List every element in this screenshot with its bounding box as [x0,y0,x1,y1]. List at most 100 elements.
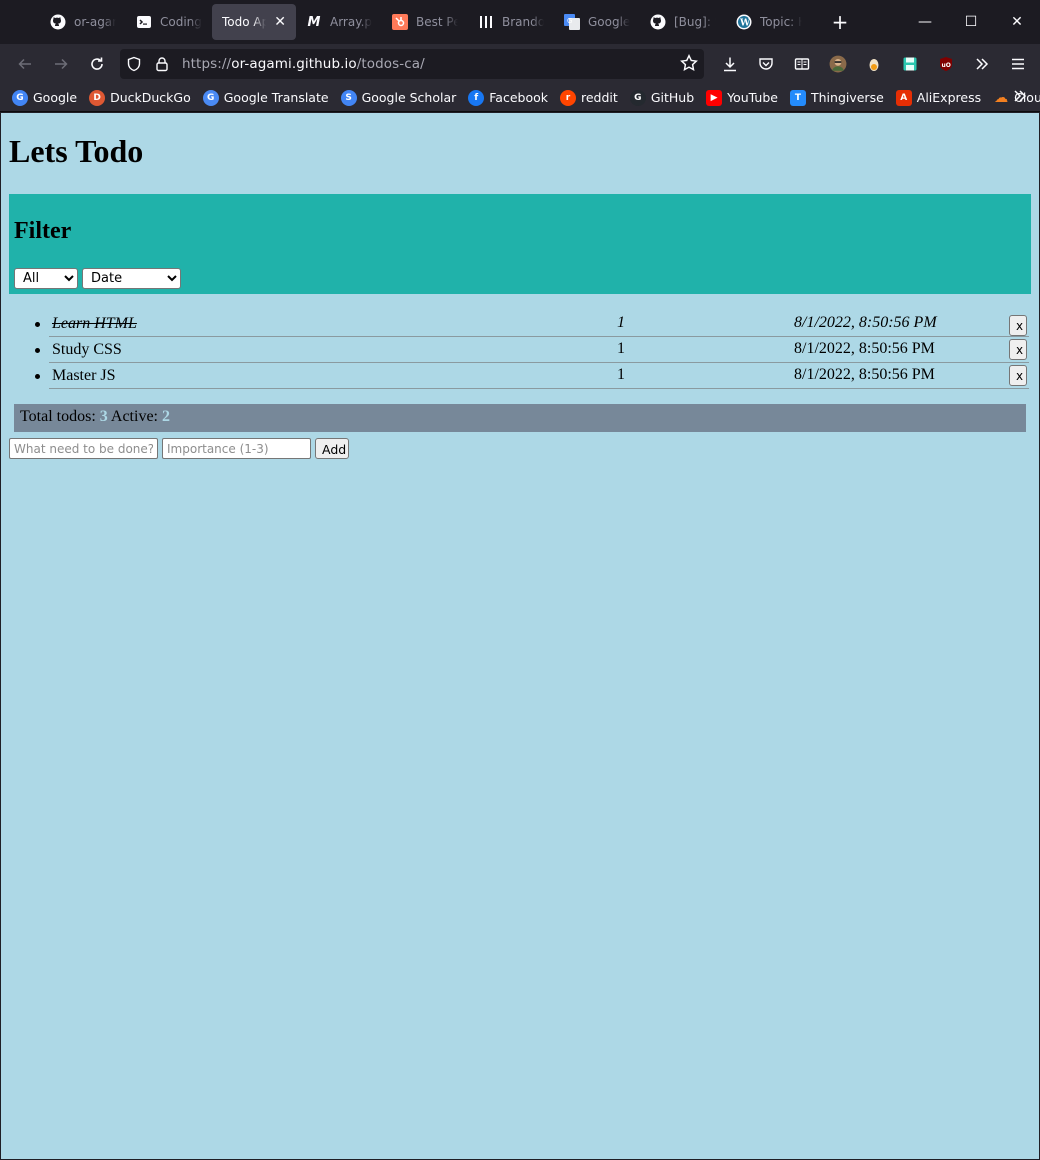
bookmark-google-scholar[interactable]: S Google Scholar [340,89,457,106]
extension-egg-icon[interactable] [856,48,892,80]
bookmark-github[interactable]: G GitHub [629,89,695,106]
importance-input[interactable] [162,438,311,459]
bookmark-youtube[interactable]: ▶ YouTube [706,89,778,106]
downloads-icon[interactable] [712,48,748,80]
bookmark-duckduckgo[interactable]: D DuckDuckGo [89,89,191,106]
status-filter-select[interactable]: All [14,268,78,289]
navigation-bar: https://or-agami.github.io/todos-ca/ uO [0,44,1040,84]
bookmark-label: Thingiverse [810,90,884,105]
scholar-icon: S [340,89,357,106]
delete-todo-button[interactable]: x [1009,315,1027,336]
more-tools-icon[interactable] [964,48,1000,80]
bookmark-google[interactable]: G Google [12,89,78,106]
shield-icon[interactable] [120,56,148,72]
aliexpress-icon: A [895,89,912,106]
bookmark-label: AliExpress [916,90,982,105]
tab-label: Google [588,15,630,29]
extension-save-icon[interactable] [892,48,928,80]
tab-array[interactable]: M Array.pr [296,4,382,40]
svg-text:uO: uO [942,62,951,69]
tab-topic[interactable]: W Topic: H [726,4,812,40]
tab-or-agami[interactable]: or-agami [40,4,126,40]
tab-google[interactable]: G Google [554,4,640,40]
ublock-origin-icon[interactable]: uO [928,48,964,80]
tab-label: or-agami [74,15,116,29]
cloudflare-icon: ☁ [994,89,1009,106]
page-title: Lets Todo [9,133,144,169]
google-translate-icon: G [202,89,219,106]
bookmark-label: GitHub [650,90,695,105]
todo-stats: Total todos: 3 Active: 2 [14,404,1026,432]
tab-label: Array.pr [330,15,372,29]
bookmark-label: DuckDuckGo [110,90,191,105]
todo-text[interactable]: Learn HTML [52,315,137,333]
bookmark-facebook[interactable]: f Facebook [468,89,548,106]
delete-todo-button[interactable]: x [1009,339,1027,360]
todo-date: 8/1/2022, 8:50:56 PM [794,366,935,383]
todo-importance: 1 [617,366,625,383]
url-path: /todos-ca/ [356,56,425,72]
todo-list: Learn HTML 1 8/1/2022, 8:50:56 PM x Stud… [1,311,1039,389]
sort-select[interactable]: Date [82,268,181,289]
account-avatar-icon[interactable] [820,48,856,80]
close-tab-icon[interactable]: ✕ [274,14,286,30]
close-window-icon[interactable]: ✕ [994,0,1040,44]
bookmarks-overflow-icon[interactable] [1012,88,1028,108]
reload-button[interactable] [79,48,115,80]
bars-icon [478,14,494,30]
todo-text[interactable]: Master JS [52,367,116,385]
bookmark-google-translate[interactable]: G Google Translate [202,89,329,106]
todo-item[interactable]: Learn HTML 1 8/1/2022, 8:50:56 PM x [35,311,1029,337]
pocket-icon[interactable] [748,48,784,80]
todo-text-input[interactable] [9,438,158,459]
url-host: or-agami.github.io [231,56,357,72]
bookmark-reddit[interactable]: r reddit [560,89,618,106]
active-todos-count: 2 [161,408,170,425]
wordpress-icon: W [736,14,752,30]
todo-importance: 1 [617,340,625,357]
github-icon [50,14,66,30]
lock-icon[interactable] [148,56,176,72]
todo-text[interactable]: Study CSS [52,341,122,359]
bookmark-aliexpress[interactable]: A AliExpress [895,89,982,106]
menu-icon[interactable] [1000,48,1036,80]
github-icon [650,14,666,30]
back-button[interactable] [7,48,43,80]
bookmark-star-icon[interactable] [680,53,698,76]
tab-bug[interactable]: [Bug]: S [640,4,726,40]
tab-label: [Bug]: S [674,15,716,29]
github-icon: G [629,89,646,106]
filter-heading: Filter [14,218,72,244]
facebook-icon: f [468,89,485,106]
page-content: Lets Todo Filter All Date Learn HTML 1 8… [1,113,1039,1159]
todo-item[interactable]: Study CSS 1 8/1/2022, 8:50:56 PM x [35,337,1029,363]
add-todo-button[interactable]: Add [315,438,349,459]
tab-label: Todo App [222,15,267,29]
reddit-icon: r [560,89,576,106]
tab-best-per[interactable]: Best Per [382,4,468,40]
hubspot-icon [392,14,408,30]
new-tab-button[interactable]: + [828,10,852,34]
bookmark-label: Google [33,90,78,105]
tab-todo-app[interactable]: Todo App ✕ [212,4,296,40]
medium-icon: M [307,14,321,30]
tab-brandon[interactable]: Brandon [468,4,554,40]
tab-coding[interactable]: Coding [126,4,212,40]
url-bar[interactable]: https://or-agami.github.io/todos-ca/ [120,49,704,79]
delete-todo-button[interactable]: x [1009,365,1027,386]
active-todos-label: Active: [110,408,158,425]
url-prefix: https:// [182,56,232,72]
maximize-icon[interactable]: ☐ [948,0,994,44]
bookmark-label: Google Scholar [361,90,457,105]
svg-text:G: G [567,17,572,25]
forward-button[interactable] [43,48,79,80]
tab-label: Coding [160,15,202,29]
reader-view-icon[interactable] [784,48,820,80]
todo-item[interactable]: Master JS 1 8/1/2022, 8:50:56 PM x [35,363,1029,389]
bookmarks-toolbar: G Google D DuckDuckGo G Google Translate SG… [0,84,1040,112]
minimize-icon[interactable]: — [902,0,948,44]
tab-label: Brandon [502,15,544,29]
bookmark-thingiverse[interactable]: T Thingiverse [789,89,884,106]
thingiverse-icon: T [789,89,806,106]
bookmark-label: Facebook [489,90,548,105]
